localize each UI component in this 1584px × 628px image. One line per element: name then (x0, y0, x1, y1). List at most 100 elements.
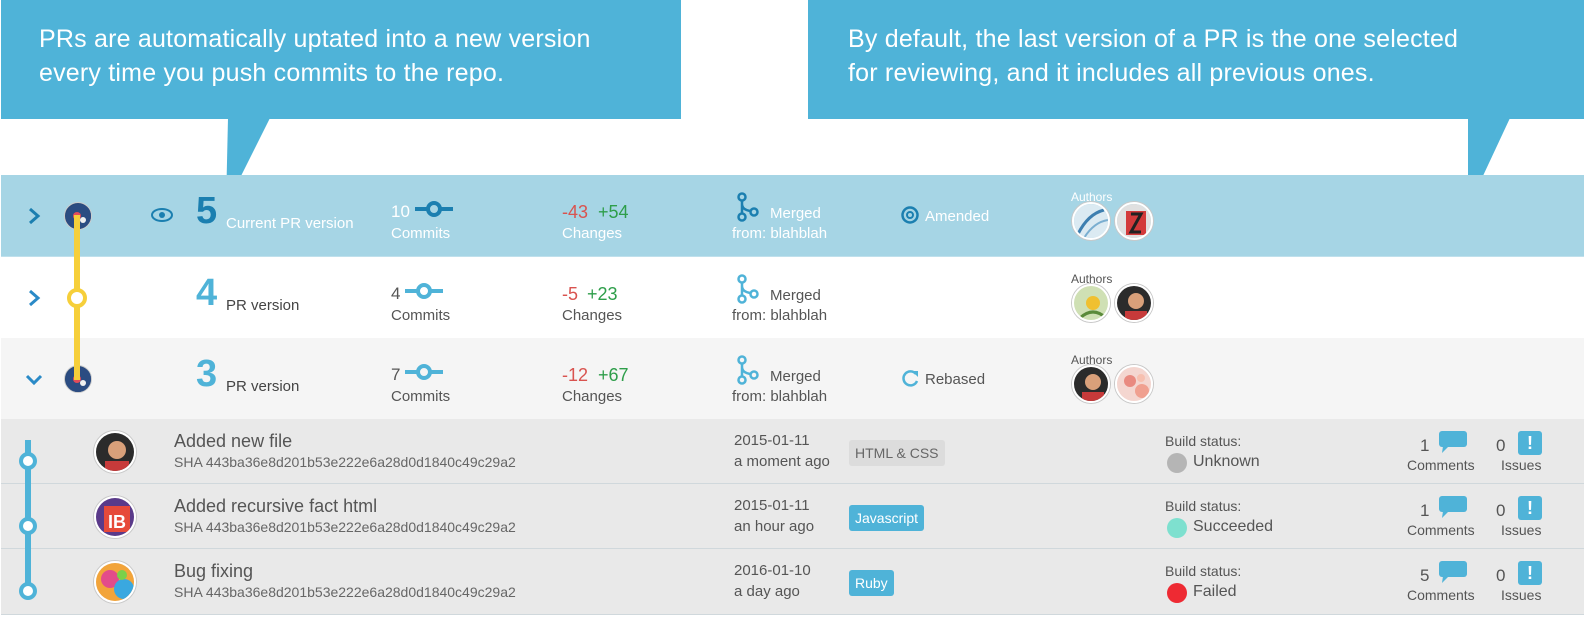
commit-date: 2015-01-11 (734, 497, 810, 514)
commit-node (19, 582, 37, 600)
commits-label: Commits (391, 307, 451, 324)
version-label: PR version (226, 378, 300, 395)
commit-title[interactable]: Added recursive fact html (174, 496, 377, 517)
callout-text-line: every time you push commits to the repo. (39, 59, 505, 87)
additions-count: +23 (587, 284, 618, 304)
callout-text-line: By default, the last version of a PR is … (848, 25, 1459, 53)
callout-default-version: By default, the last version of a PR is … (808, 0, 1584, 119)
author-avatar[interactable] (1072, 284, 1110, 322)
comments-count: 1 (1420, 501, 1430, 520)
merged-label: Merged (770, 205, 821, 222)
merged-from: from: blahblah (732, 388, 828, 405)
merged-from: from: blahblah (732, 307, 828, 324)
lifebuoy-icon (901, 206, 919, 224)
comments-label: Comments (1407, 522, 1475, 538)
commits-label: Commits (391, 388, 451, 405)
build-status-label: Build status: (1165, 433, 1242, 449)
version-row-expanded[interactable]: 3 PR version 7 Commits -12 +67 Changes M… (1, 338, 1584, 420)
commit-date: 2016-01-10 (734, 562, 811, 579)
commit-row[interactable]: Added new file SHA 443ba36e8d201b53e222e… (1, 419, 1584, 484)
comment-icon[interactable] (1438, 430, 1468, 454)
author-avatar[interactable] (1115, 284, 1153, 322)
comments-count: 1 (1420, 436, 1430, 455)
build-status-indicator (1167, 583, 1187, 603)
changes-label: Changes (562, 225, 623, 242)
commits-count: 7 (391, 365, 401, 384)
commit-icon (415, 201, 453, 217)
commit-row[interactable]: IB Added recursive fact html SHA 443ba36… (1, 484, 1584, 549)
version-label: PR version (226, 297, 300, 314)
commit-author-avatar[interactable] (94, 561, 136, 603)
author-avatar[interactable] (1072, 202, 1110, 240)
issues-count: 0 (1496, 566, 1506, 585)
chevron-down-icon[interactable] (23, 368, 45, 390)
merged-label: Merged (770, 287, 821, 304)
build-status-indicator (1167, 518, 1187, 538)
commit-node (19, 452, 37, 470)
issues-count: 0 (1496, 436, 1506, 455)
version-number: 4 (196, 272, 218, 314)
version-row[interactable]: 4 PR version 4 Commits -5 +23 Changes Me… (1, 257, 1584, 339)
deletions-count: -5 (562, 284, 579, 304)
eye-icon[interactable] (151, 207, 173, 223)
callout-text-line: for reviewing, and it includes all previ… (848, 59, 1375, 87)
callout-text-line: PRs are automatically uptated into a new… (39, 25, 591, 53)
comment-icon[interactable] (1438, 560, 1468, 584)
issue-icon[interactable]: ! (1518, 561, 1542, 585)
comments-label: Comments (1407, 587, 1475, 603)
timeline-node (67, 288, 87, 308)
chevron-right-icon[interactable] (23, 287, 45, 309)
version-status: Rebased (925, 371, 986, 388)
issues-count: 0 (1496, 501, 1506, 520)
issues-label: Issues (1501, 457, 1542, 473)
issues-label: Issues (1501, 522, 1542, 538)
deletions-count: -12 (562, 365, 589, 385)
build-status-text: Unknown (1193, 453, 1260, 470)
comments-count: 5 (1420, 566, 1430, 585)
commit-relative-time: an hour ago (734, 518, 815, 535)
commit-row[interactable]: Bug fixing SHA 443ba36e8d201b53e222e6a28… (1, 549, 1584, 615)
merge-icon (737, 355, 759, 385)
language-tag[interactable]: Ruby (849, 570, 894, 596)
commit-sha: SHA 443ba36e8d201b53e222e6a28d0d1840c49c… (174, 584, 516, 600)
changes-label: Changes (562, 388, 623, 405)
commit-title[interactable]: Added new file (174, 431, 292, 452)
svg-text:IB: IB (108, 512, 126, 532)
chevron-right-icon[interactable] (23, 205, 45, 227)
commit-sha: SHA 443ba36e8d201b53e222e6a28d0d1840c49c… (174, 454, 516, 470)
additions-count: +67 (598, 365, 629, 385)
comment-icon[interactable] (1438, 495, 1468, 519)
merge-icon (737, 274, 759, 304)
author-avatar[interactable] (1115, 202, 1153, 240)
commits-count: 4 (391, 284, 401, 303)
comments-label: Comments (1407, 457, 1475, 473)
version-label: Current PR version (226, 215, 354, 232)
merged-label: Merged (770, 368, 821, 385)
commit-relative-time: a day ago (734, 583, 800, 600)
changes-label: Changes (562, 307, 623, 324)
commits-label: Commits (391, 225, 451, 242)
build-status-text: Failed (1193, 583, 1237, 600)
callout-versions: PRs are automatically uptated into a new… (1, 0, 681, 119)
language-tag[interactable]: Javascript (849, 505, 925, 531)
commit-relative-time: a moment ago (734, 453, 830, 470)
issue-icon[interactable]: ! (1518, 496, 1542, 520)
author-avatar[interactable] (1072, 365, 1110, 403)
language-tag[interactable]: HTML & CSS (849, 440, 945, 466)
author-avatar[interactable] (1115, 365, 1153, 403)
commit-author-avatar[interactable] (94, 431, 136, 473)
version-row-current[interactable]: 5 Current PR version 10 Commits -43 +54 … (1, 175, 1584, 257)
refresh-icon (902, 370, 919, 387)
commit-icon (405, 364, 443, 380)
commit-date: 2015-01-11 (734, 432, 810, 449)
deletions-count: -43 (562, 202, 589, 222)
version-number: 5 (196, 190, 218, 232)
build-status-label: Build status: (1165, 563, 1242, 579)
issue-icon[interactable]: ! (1518, 431, 1542, 455)
commit-author-avatar[interactable]: IB (94, 496, 136, 538)
build-status-label: Build status: (1165, 498, 1242, 514)
version-status: Amended (925, 208, 990, 225)
merge-icon (737, 192, 759, 222)
merged-from: from: blahblah (732, 225, 828, 242)
commit-title[interactable]: Bug fixing (174, 561, 253, 582)
